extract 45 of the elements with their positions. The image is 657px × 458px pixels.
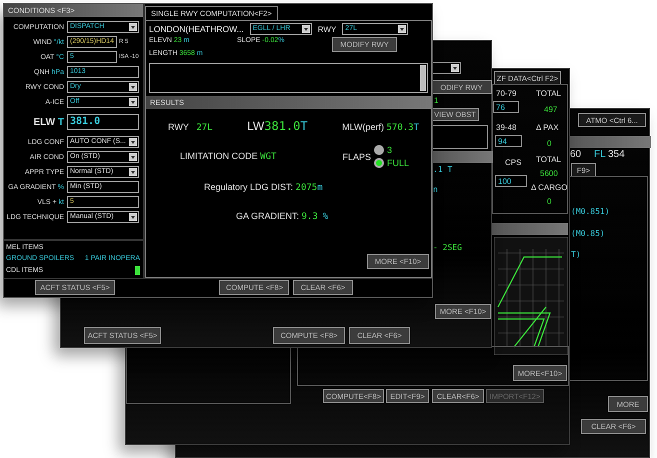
value-text: .1 T	[433, 165, 452, 174]
landing-distance-result: Regulatory LDG DIST: 2075m	[204, 182, 324, 193]
section-header	[431, 151, 493, 163]
label-text: 39-48	[496, 123, 516, 132]
mach-text: (M0.851)	[571, 207, 610, 216]
ga-gradient-result: GA GRADIENT: 9.3 %	[236, 211, 330, 222]
value-text: 5600	[540, 169, 558, 178]
value-text: n	[433, 185, 438, 194]
value-text: 1	[434, 96, 438, 105]
field-label: RWY	[318, 24, 336, 34]
input-field[interactable]: 94	[495, 135, 522, 147]
label-text: Δ PAX	[536, 123, 559, 132]
value-text: 354	[608, 149, 625, 160]
status-indicator-icon	[135, 266, 140, 275]
flaps-option-label: 3	[386, 145, 392, 155]
text-area[interactable]	[149, 63, 428, 93]
scrollbar[interactable]	[420, 65, 426, 91]
field-label: ELW T	[32, 116, 65, 128]
runway-result: RWY 27L	[168, 122, 213, 133]
result-field: 381.0	[67, 114, 139, 130]
mach-text: (M0.85)	[571, 229, 605, 238]
label-text: FL	[594, 149, 606, 160]
mlw-result: MLW(perf) 570.3T	[342, 122, 419, 133]
label-text: TOTAL	[536, 89, 562, 98]
limitation-code-result: LIMITATION CODE WGT	[180, 151, 276, 162]
value-text: 60	[570, 149, 582, 160]
radio-button[interactable]	[374, 158, 384, 168]
value-text: - 2SEG	[433, 243, 462, 252]
label-text: 70-79	[496, 89, 516, 98]
input-field[interactable]: 76	[493, 101, 519, 113]
label-text: CPS	[505, 158, 522, 167]
flaps-label: FLAPS	[342, 152, 371, 162]
value-text: 497	[544, 105, 558, 114]
value-text: 0	[547, 139, 552, 148]
landing-weight-result: LW381.0T	[247, 119, 308, 133]
radio-button[interactable]	[374, 145, 384, 155]
flaps-option-label: FULL	[386, 158, 409, 168]
input-field[interactable]: 100	[495, 175, 527, 187]
label-text: Δ CARGO	[531, 183, 568, 192]
dropdown[interactable]	[431, 62, 461, 74]
text-area[interactable]	[431, 125, 488, 149]
label-text: TOTAL	[536, 155, 562, 164]
value-text: T)	[571, 250, 581, 259]
value-text: 0	[547, 197, 552, 206]
airport-name: LONDON(HEATHROW...	[149, 24, 244, 34]
